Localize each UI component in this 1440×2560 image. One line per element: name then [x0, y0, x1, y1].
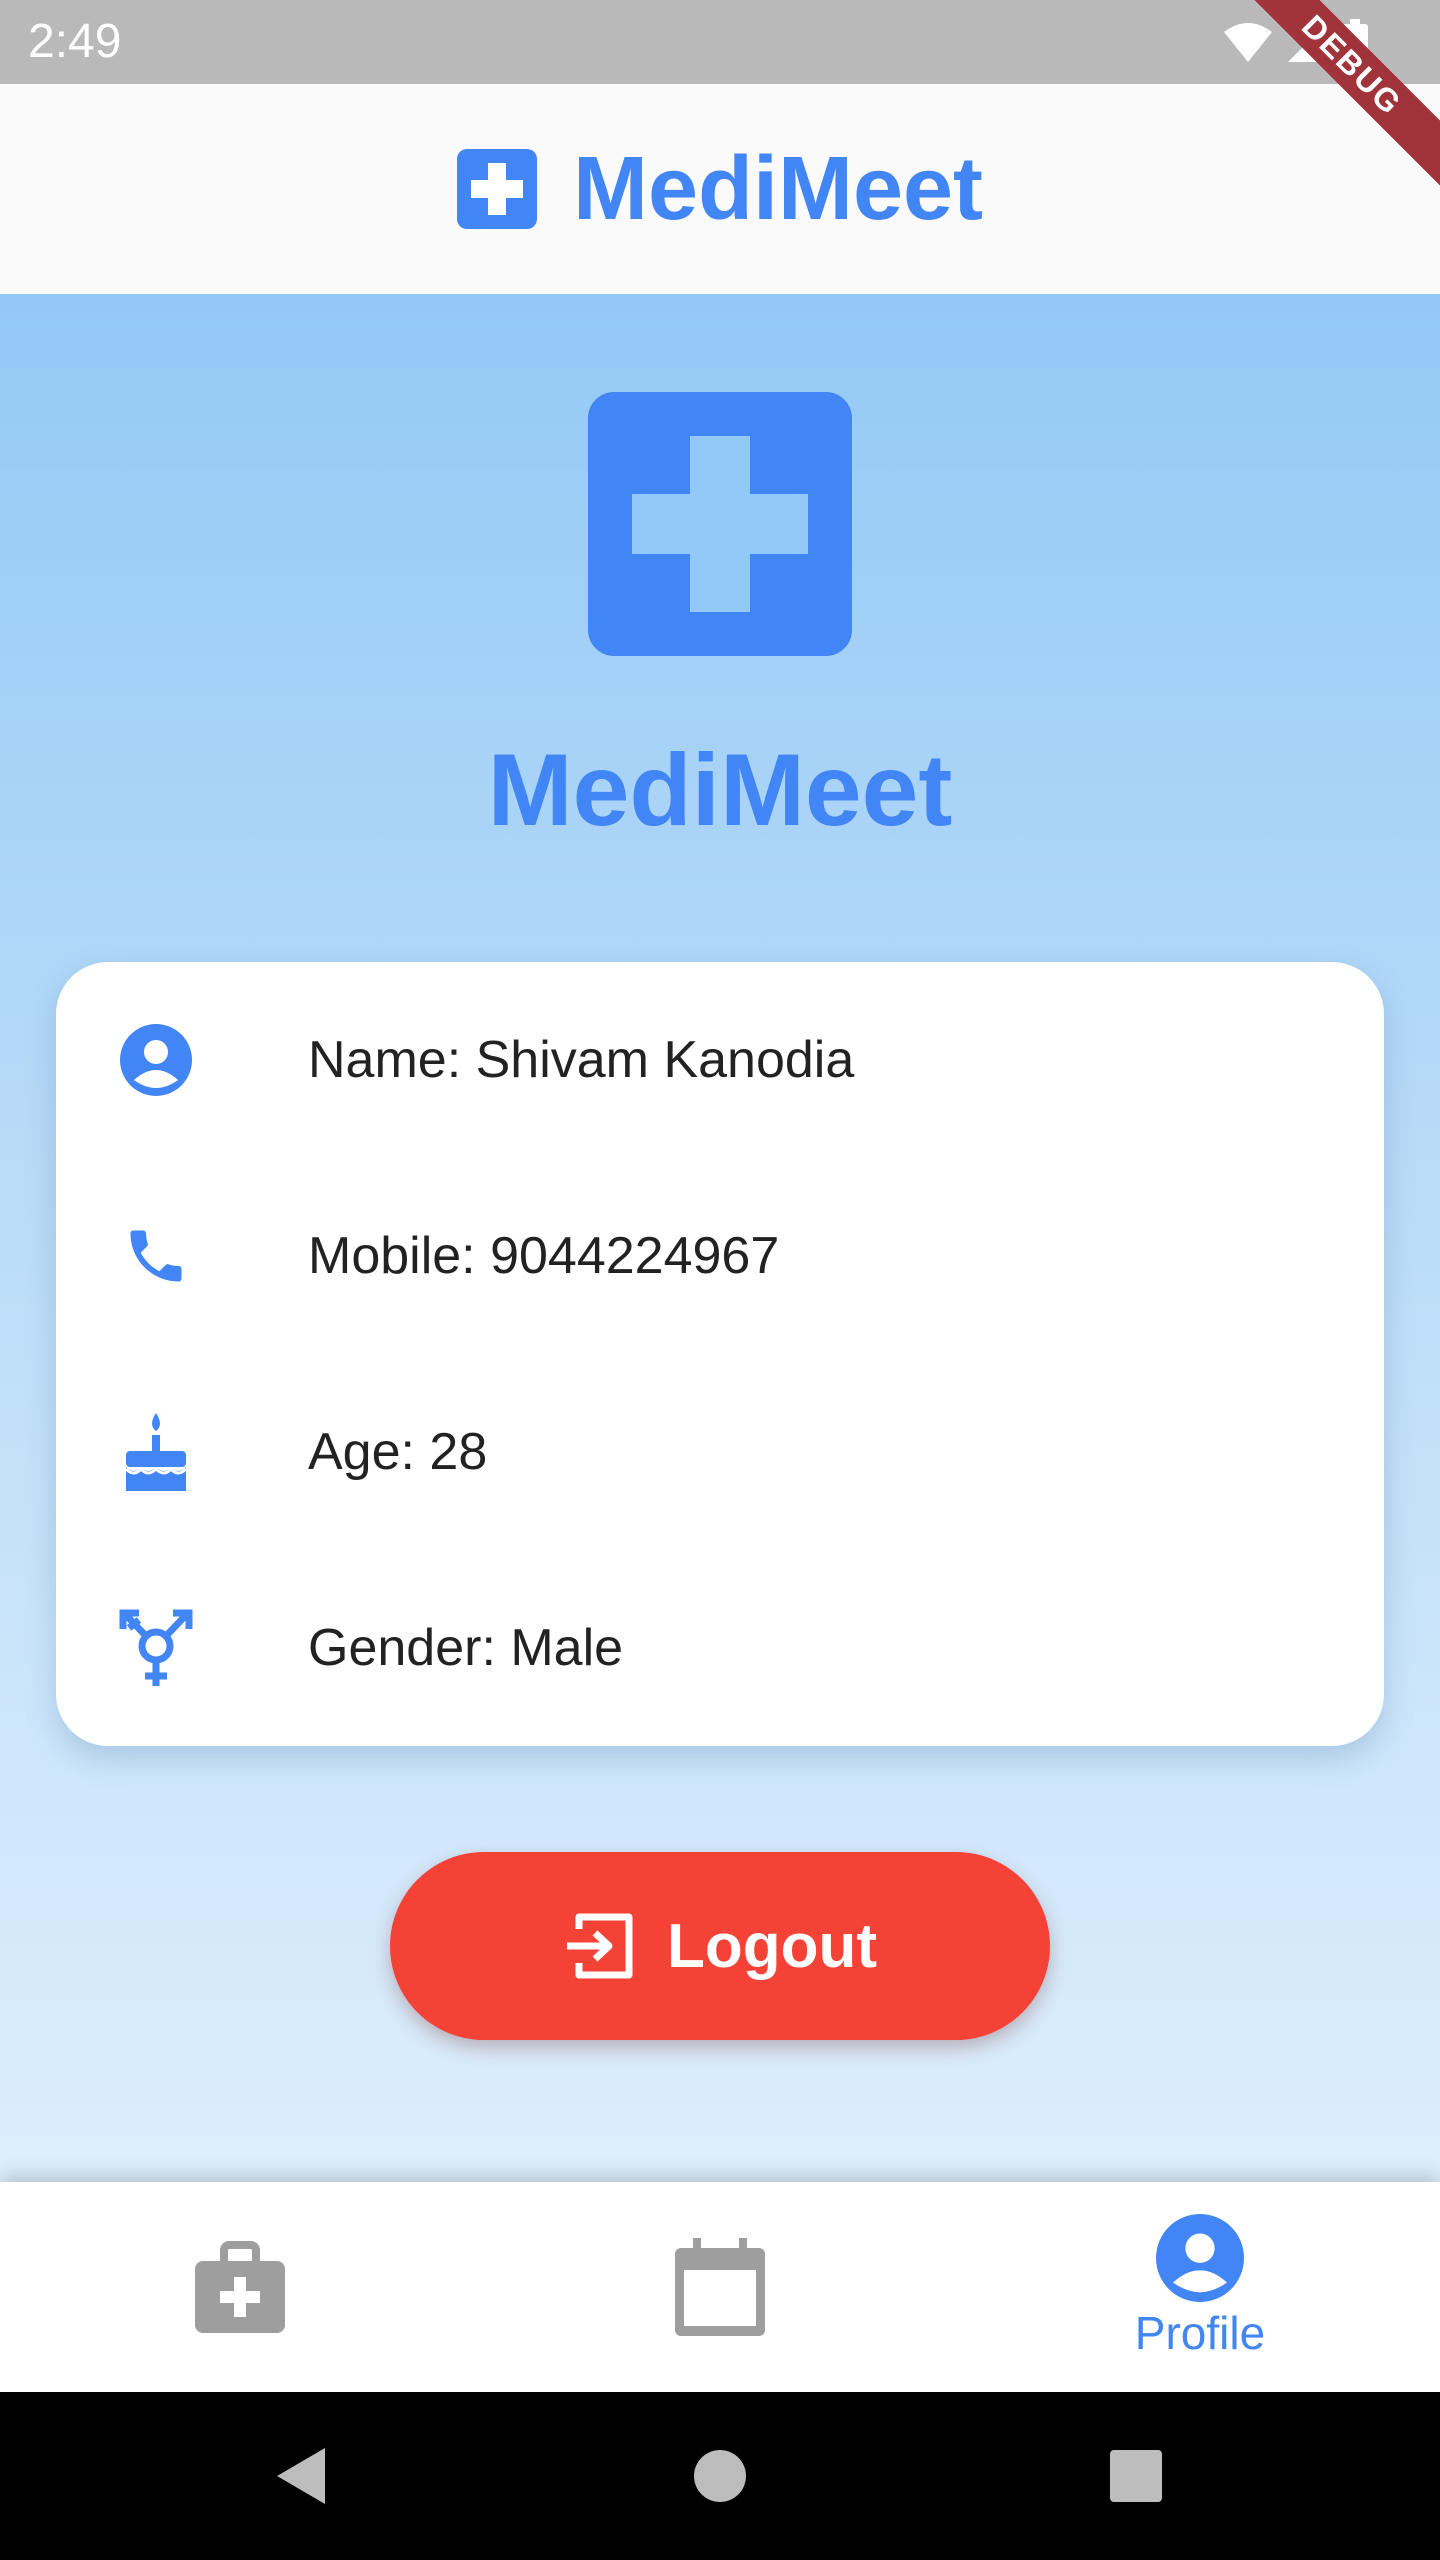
nav-item-appointments[interactable]	[0, 2182, 480, 2392]
profile-row-gender: Gender: Male	[56, 1550, 1384, 1746]
profile-row-mobile: Mobile: 9044224967	[56, 1158, 1384, 1354]
profile-name-text: Name: Shivam Kanodia	[308, 1030, 855, 1089]
wifi-icon	[1224, 23, 1272, 62]
profile-row-age: Age: 28	[56, 1354, 1384, 1550]
nav-label-profile: Profile	[1134, 2307, 1266, 2359]
nav-item-calendar[interactable]	[480, 2182, 960, 2392]
status-time: 2:49	[28, 15, 122, 68]
medical-cross-icon	[588, 392, 852, 656]
recents-button[interactable]	[1106, 2446, 1166, 2506]
status-bar: 2:49	[0, 0, 1440, 84]
battery-icon	[1342, 19, 1368, 65]
home-icon	[694, 2450, 746, 2502]
app-title: MediMeet	[572, 139, 984, 239]
hero-title: MediMeet	[487, 733, 953, 847]
account-circle-icon	[116, 1020, 196, 1100]
status-icons	[1222, 18, 1368, 66]
signal-icon	[1288, 22, 1328, 62]
calendar-icon	[675, 2238, 765, 2336]
transgender-icon	[116, 1608, 196, 1688]
home-button[interactable]	[690, 2446, 750, 2506]
cake-icon	[116, 1412, 196, 1492]
logout-button-label: Logout	[666, 1911, 877, 1981]
app-bar: MediMeet	[0, 84, 1440, 294]
nav-item-profile[interactable]: Profile	[960, 2182, 1440, 2392]
profile-age-text: Age: 28	[308, 1422, 488, 1481]
profile-mobile-text: Mobile: 9044224967	[308, 1226, 780, 1285]
recents-icon	[1110, 2450, 1162, 2502]
medical-cross-icon	[456, 149, 537, 229]
back-icon	[277, 2448, 325, 2504]
profile-content: MediMeet Name: Shivam Kanodia Mobile: 90…	[0, 294, 1440, 2182]
logout-icon	[566, 1913, 633, 1979]
logout-button[interactable]: Logout	[390, 1852, 1050, 2040]
profile-gender-text: Gender: Male	[308, 1618, 624, 1677]
system-navigation-bar	[0, 2392, 1440, 2560]
profile-info-card: Name: Shivam Kanodia Mobile: 9044224967 …	[56, 962, 1384, 1746]
phone-icon	[116, 1216, 196, 1296]
medical-bag-icon	[195, 2241, 285, 2333]
profile-row-name: Name: Shivam Kanodia	[56, 962, 1384, 1158]
back-button[interactable]	[270, 2446, 330, 2506]
bottom-navigation: Profile	[0, 2182, 1440, 2392]
account-circle-icon	[1156, 2214, 1244, 2302]
